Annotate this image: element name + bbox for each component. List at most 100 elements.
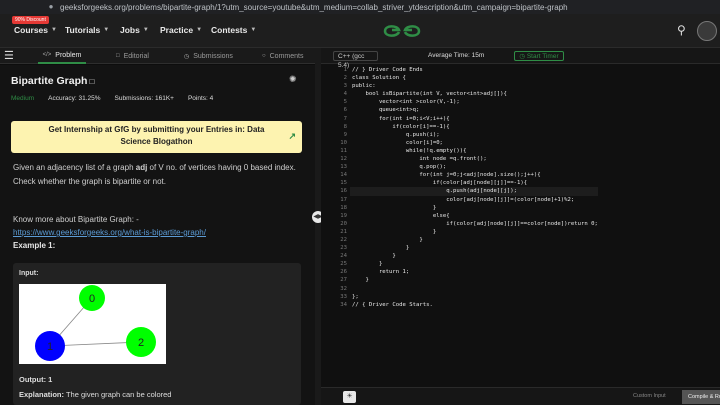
- code-editor[interactable]: // } Driver Code Ends class Solution {pub…: [350, 66, 598, 309]
- line-number: 23: [340, 245, 347, 252]
- code-line[interactable]: for(int j=0;j<adj[node].size();j++){: [350, 171, 598, 179]
- nav-jobs[interactable]: Jobs ▼: [120, 25, 149, 35]
- tab-label: Problem: [55, 51, 82, 59]
- chevron-down-icon: ▼: [196, 27, 203, 33]
- code-line[interactable]: q.pop();: [350, 163, 598, 171]
- code-line[interactable]: }: [350, 260, 598, 268]
- tab-label: Editorial: [123, 52, 149, 60]
- line-number: 27: [340, 277, 347, 284]
- gfg-logo[interactable]: [383, 22, 421, 40]
- code-line[interactable]: q.push(adj[node][j]);: [350, 187, 598, 196]
- custom-input-button[interactable]: Custom Input: [633, 393, 666, 399]
- nav-tutorials[interactable]: Tutorials ▼: [65, 25, 109, 35]
- comment-icon: ○: [262, 53, 266, 59]
- code-line[interactable]: return 1;: [350, 268, 598, 276]
- chevron-down-icon: ▼: [103, 27, 110, 33]
- discount-badge[interactable]: 90% Discount: [12, 16, 49, 24]
- line-number: 17: [340, 196, 347, 203]
- code-line[interactable]: }: [350, 204, 598, 212]
- tab-label: Submissions: [193, 52, 233, 60]
- line-number: 25: [340, 261, 347, 268]
- browser-address-bar[interactable]: ● geeksforgeeks.org/problems/bipartite-g…: [0, 0, 720, 14]
- code-line[interactable]: color[i]=0;: [350, 139, 598, 147]
- code-line[interactable]: q.push(i);: [350, 131, 598, 139]
- start-timer-button[interactable]: ◷ Start Timer: [514, 51, 564, 61]
- problem-title-text: Bipartite Graph: [11, 75, 88, 87]
- folded-code-line[interactable]: // { Driver Code Starts.: [350, 301, 598, 309]
- output-line: Output: 1: [19, 375, 52, 384]
- code-line[interactable]: }: [350, 276, 598, 284]
- code-line[interactable]: while(!q.empty()){: [350, 147, 598, 155]
- accuracy-label: Accuracy: 31.25%: [48, 95, 101, 102]
- internship-banner[interactable]: Get Internship at GfG by submitting your…: [11, 121, 302, 153]
- difficulty-label: Medium: [11, 95, 35, 102]
- code-line[interactable]: public:: [350, 82, 598, 90]
- bookmark-icon[interactable]: □: [89, 77, 94, 86]
- code-line[interactable]: }: [350, 228, 598, 236]
- menu-icon[interactable]: ☰: [4, 50, 14, 62]
- nav-label: Contests: [211, 25, 248, 35]
- chevron-down-icon: ▼: [142, 27, 149, 33]
- language-select[interactable]: C++ (gcc 5.4): [333, 51, 378, 69]
- user-avatar[interactable]: [697, 21, 717, 41]
- problem-title: Bipartite Graph □: [11, 75, 94, 87]
- nav-courses[interactable]: Courses ▼: [14, 25, 57, 35]
- code-line[interactable]: };: [350, 293, 598, 301]
- line-number: 3: [343, 83, 347, 90]
- example-box: Input: 0 1 2 Output: 1 Explanation: The …: [13, 263, 301, 405]
- code-line[interactable]: else{: [350, 212, 598, 220]
- line-number: 2: [343, 75, 347, 82]
- bipartite-link[interactable]: https://www.geeksforgeeks.org/what-is-bi…: [13, 228, 206, 237]
- nav-label: Courses: [14, 25, 49, 35]
- graph-node-label: 2: [138, 337, 144, 349]
- problem-panel: Bipartite Graph □ ✺ Medium Accuracy: 31.2…: [0, 65, 315, 405]
- code-line[interactable]: vector<int >color(V,-1);: [350, 98, 598, 106]
- code-line[interactable]: color[adj[node][j]]=(color[node]+1)%2;: [350, 196, 598, 204]
- tab-editorial[interactable]: □ Editorial: [116, 48, 149, 64]
- submissions-label: Submissions: 161K+: [114, 95, 174, 102]
- line-number: 19: [340, 212, 347, 219]
- problem-meta: Medium Accuracy: 31.25% Submissions: 161…: [11, 95, 213, 102]
- code-line[interactable]: }: [350, 244, 598, 252]
- line-number: 7: [343, 115, 347, 122]
- nav-contests[interactable]: Contests ▼: [211, 25, 256, 35]
- line-number: 14: [340, 172, 347, 179]
- line-number: 15: [340, 180, 347, 187]
- know-more: Know more about Bipartite Graph: - https…: [13, 213, 303, 239]
- nav-practice[interactable]: Practice ▼: [160, 25, 202, 35]
- editor-panel: C++ (gcc 5.4) Average Time: 15m ◷ Start …: [321, 48, 720, 405]
- problem-description: Given an adjacency list of a graph adj o…: [13, 161, 303, 189]
- code-line[interactable]: queue<int>q;: [350, 106, 598, 114]
- lightbulb-icon[interactable]: ☀: [343, 391, 356, 403]
- code-line[interactable]: int node =q.front();: [350, 155, 598, 163]
- code-line[interactable]: class Solution {: [350, 74, 598, 82]
- report-bug-icon[interactable]: ✺: [289, 74, 297, 85]
- clock-icon: ◷: [519, 53, 526, 60]
- know-more-text: Know more about Bipartite Graph: -: [13, 215, 139, 224]
- tab-comments[interactable]: ○ Comments: [262, 48, 303, 64]
- address-url[interactable]: geeksforgeeks.org/problems/bipartite-gra…: [60, 3, 568, 12]
- code-line[interactable]: }: [350, 252, 598, 260]
- code-line[interactable]: [350, 285, 598, 293]
- problem-tabs: ☰ </> Problem □ Editorial ◷ Submissions ○ Co…: [0, 48, 320, 64]
- clock-icon: ◷: [184, 53, 190, 60]
- code-line[interactable]: if(color[i]==-1){: [350, 123, 598, 131]
- code-line[interactable]: bool isBipartite(int V, vector<int>adj[]…: [350, 90, 598, 98]
- chevron-down-icon: ▼: [51, 27, 57, 33]
- line-number: 26: [340, 269, 347, 276]
- document-icon: □: [116, 53, 120, 59]
- code-line[interactable]: for(int i=0;i<V;i++){: [350, 115, 598, 123]
- code-line[interactable]: }: [350, 236, 598, 244]
- line-number: 6: [343, 107, 347, 114]
- tab-label: Comments: [269, 52, 304, 60]
- folded-code-line[interactable]: // } Driver Code Ends: [350, 66, 598, 74]
- tab-submissions[interactable]: ◷ Submissions: [184, 48, 233, 64]
- code-line[interactable]: if(color[adj[node][j]]==color[node])retu…: [350, 220, 598, 228]
- line-number: 22: [340, 236, 347, 243]
- tab-problem[interactable]: </> Problem: [38, 48, 86, 64]
- code-line[interactable]: if(color[adj[node][j]]==-1){: [350, 179, 598, 187]
- compile-run-button[interactable]: Compile & Run: [682, 390, 720, 404]
- search-icon[interactable]: ⚲: [677, 23, 686, 37]
- explanation-text: The given graph can be colored: [65, 390, 172, 399]
- explanation-label: Explanation:: [19, 390, 65, 399]
